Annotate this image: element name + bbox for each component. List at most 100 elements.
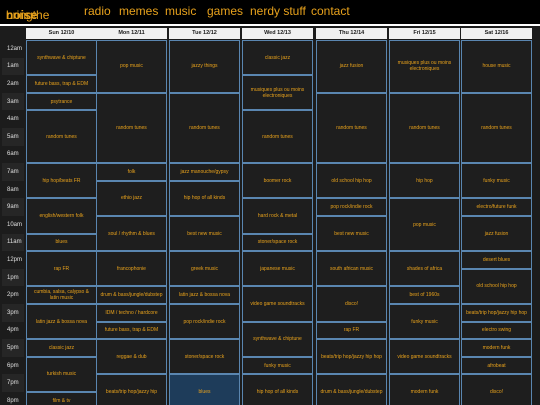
show-slot[interactable]: afrobeat [461,356,532,375]
show-slot[interactable]: funky music [389,304,460,340]
show-slot[interactable]: cumbia, salsa, calypso & latin music [26,286,97,304]
show-slot[interactable]: modern funk [389,374,460,405]
show-slot[interactable]: random tunes [169,92,240,164]
show-slot[interactable]: disco! [316,286,387,322]
day-header: Sat 12/16 [461,28,532,39]
show-slot[interactable]: francophonie [96,251,167,287]
show-slot[interactable]: drum & bass/jungle/dubstep [96,286,167,304]
show-slot[interactable]: classic jazz [26,339,97,357]
show-slot[interactable]: old school hip hop [461,268,532,304]
show-slot[interactable]: jazz fusion [316,40,387,93]
show-slot[interactable]: blues [169,374,240,405]
show-slot[interactable]: shades of africa [389,251,460,287]
time-label: 2am [7,80,19,87]
show-slot[interactable]: classic jazz [242,40,313,76]
show-slot[interactable]: electro swing [461,321,532,340]
time-label: 5pm [2,339,24,357]
show-slot[interactable]: drum & bass/jungle/dubstep [316,374,387,405]
show-slot[interactable]: video game soundtracks [242,286,313,322]
show-slot[interactable]: random tunes [26,110,97,164]
show-slot[interactable]: beats/trip hop/jazzy hip hop [461,304,532,322]
show-slot[interactable]: random tunes [461,92,532,164]
time-label: 8am [7,186,19,193]
show-slot[interactable]: psytrance [26,92,97,111]
show-slot[interactable]: hip hop/beats FR [26,163,97,199]
show-slot[interactable]: reggae & dub [96,339,167,375]
show-slot[interactable]: old school hip hop [316,163,387,199]
show-slot[interactable]: ethio jazz [96,180,167,216]
show-slot[interactable]: pop rock/indie rock [169,304,240,340]
show-slot[interactable]: best of 1960s [389,286,460,304]
show-slot[interactable]: desert blues [461,251,532,269]
nav-link-contact[interactable]: contact [311,4,350,18]
time-label: 4am [7,116,19,123]
show-slot[interactable]: jazz manouche/gypsy [169,163,240,181]
show-slot[interactable]: jazz fusion [461,216,532,252]
time-label: 12am [7,45,23,52]
show-slot[interactable]: latin jazz & bossa nova [169,286,240,304]
show-slot[interactable]: stoner/space rock [242,233,313,252]
show-slot[interactable]: IDM / techno / hardcore [96,304,167,322]
show-slot[interactable]: video game soundtracks [389,339,460,375]
show-slot[interactable]: hip hop of all kinds [169,180,240,216]
nav-link-nerdy-stuff[interactable]: nerdy stuff [250,4,306,18]
show-slot[interactable]: future bass, trap & EDM [96,321,167,340]
show-slot[interactable]: turkish music [26,356,97,392]
show-slot[interactable]: jazzy things [169,40,240,93]
show-slot[interactable]: hip hop [389,163,460,199]
show-slot[interactable]: musiques plus ou moins electroniques [242,75,313,111]
show-slot[interactable]: funky music [461,163,532,199]
time-label: 9am [2,198,24,216]
nav-link-music[interactable]: music [165,4,196,18]
show-slot[interactable]: synthwave & chiptune [242,321,313,357]
show-slot[interactable]: greek music [169,251,240,287]
day-column: jazzy things random tunes jazz manouche/gy… [169,40,240,405]
show-slot[interactable]: electro/future funk [461,198,532,216]
show-slot[interactable]: hard rock & metal [242,198,313,234]
time-label: 1pm [2,268,24,287]
show-slot[interactable]: beats/trip hop/jazzy hip [96,374,167,405]
show-slot[interactable]: beats/trip hop/jazzy hip hop [316,339,387,375]
show-slot[interactable]: pop rock/indie rock [316,198,387,216]
show-slot[interactable]: best new music [169,216,240,252]
day-header: Sun 12/10 [26,28,97,39]
show-slot[interactable]: japanese music [242,251,313,287]
top-nav: bringthe noise radio memes music games ne… [0,0,540,24]
show-slot[interactable]: musiques plus ou moins electroniques [389,40,460,93]
show-slot[interactable]: rap FR [316,321,387,340]
day-column: house music random tunes funky music electr… [461,40,532,405]
show-slot[interactable]: blues [26,233,97,252]
show-slot[interactable]: rap FR [26,251,97,287]
show-slot[interactable]: english/western folk [26,198,97,234]
show-slot[interactable]: disco! [461,374,532,405]
nav-link-radio[interactable]: radio [84,4,111,18]
show-slot[interactable]: pop music [96,40,167,93]
day-header: Thu 12/14 [316,28,387,39]
day-column: synthwave & chiptune future bass, trap & … [26,40,97,405]
show-slot[interactable]: film & tv [26,392,97,405]
nav-link-memes[interactable]: memes [119,4,158,18]
show-slot[interactable]: future bass, trap & EDM [26,75,97,93]
show-slot[interactable]: funky music [242,356,313,375]
show-slot[interactable]: house music [461,40,532,93]
show-slot[interactable]: latin jazz & bossa nova [26,304,97,340]
nav-link-games[interactable]: games [207,4,243,18]
show-slot[interactable]: south african music [316,251,387,287]
time-label: 6pm [7,362,19,369]
show-slot[interactable]: pop music [389,198,460,252]
show-slot[interactable]: synthwave & chiptune [26,40,97,76]
time-label: 12pm [7,256,23,263]
time-label: 2pm [7,292,19,299]
show-slot[interactable]: folk [96,163,167,181]
show-slot[interactable]: random tunes [242,110,313,164]
show-slot[interactable]: stoner/space rock [169,339,240,375]
show-slot[interactable]: hip hop of all kinds [242,374,313,405]
schedule-grid: Sun 12/10 Mon 12/11 Tue 12/12 Wed 12/13 Thu … [0,24,540,405]
show-slot[interactable]: soul / rhythm & blues [96,216,167,252]
show-slot[interactable]: modern funk [461,339,532,357]
show-slot[interactable]: random tunes [316,92,387,164]
show-slot[interactable]: random tunes [389,92,460,164]
show-slot[interactable]: best new music [316,216,387,252]
show-slot[interactable]: random tunes [96,92,167,164]
show-slot[interactable]: boomer rock [242,163,313,199]
